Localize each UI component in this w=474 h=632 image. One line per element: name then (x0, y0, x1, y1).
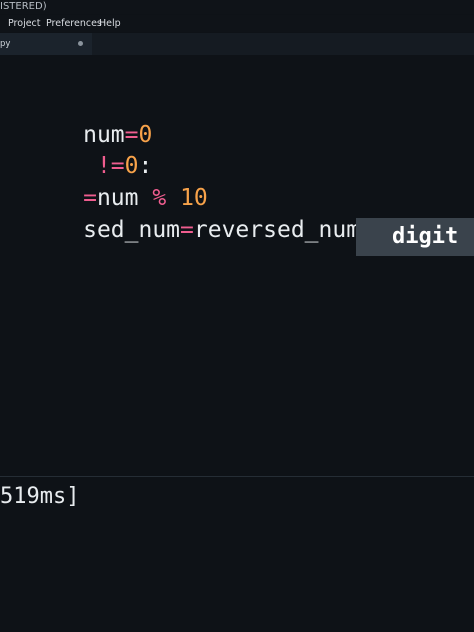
menu-item-preferences[interactable]: Preferences (46, 15, 102, 32)
menu-bar: Project Preferences Help (0, 15, 474, 32)
console-panel[interactable]: 519ms] (0, 477, 474, 632)
title-bar: ISTERED) (0, 0, 474, 14)
menu-item-help[interactable]: Help (99, 15, 121, 32)
unsaved-dot-icon[interactable] (78, 41, 83, 46)
window-title: ISTERED) (0, 1, 47, 12)
editor-window: ISTERED) Project Preferences Help py num… (0, 0, 474, 632)
console-output: 519ms] (0, 484, 80, 509)
menu-item-project[interactable]: Project (8, 15, 41, 32)
autocomplete-suggestion[interactable]: digit (392, 224, 458, 249)
autocomplete-popup[interactable]: digit (356, 218, 474, 256)
code-token: sed_num (83, 217, 181, 243)
code-token: reversed_num (193, 217, 361, 243)
tab-bar: py (0, 33, 474, 55)
code-editor[interactable]: num=0 !=0: =num % 10 sed_num=reversed_nu… (0, 55, 474, 475)
code-token: = (180, 217, 194, 243)
tab-file[interactable]: py (0, 33, 92, 55)
tab-label: py (0, 39, 11, 49)
